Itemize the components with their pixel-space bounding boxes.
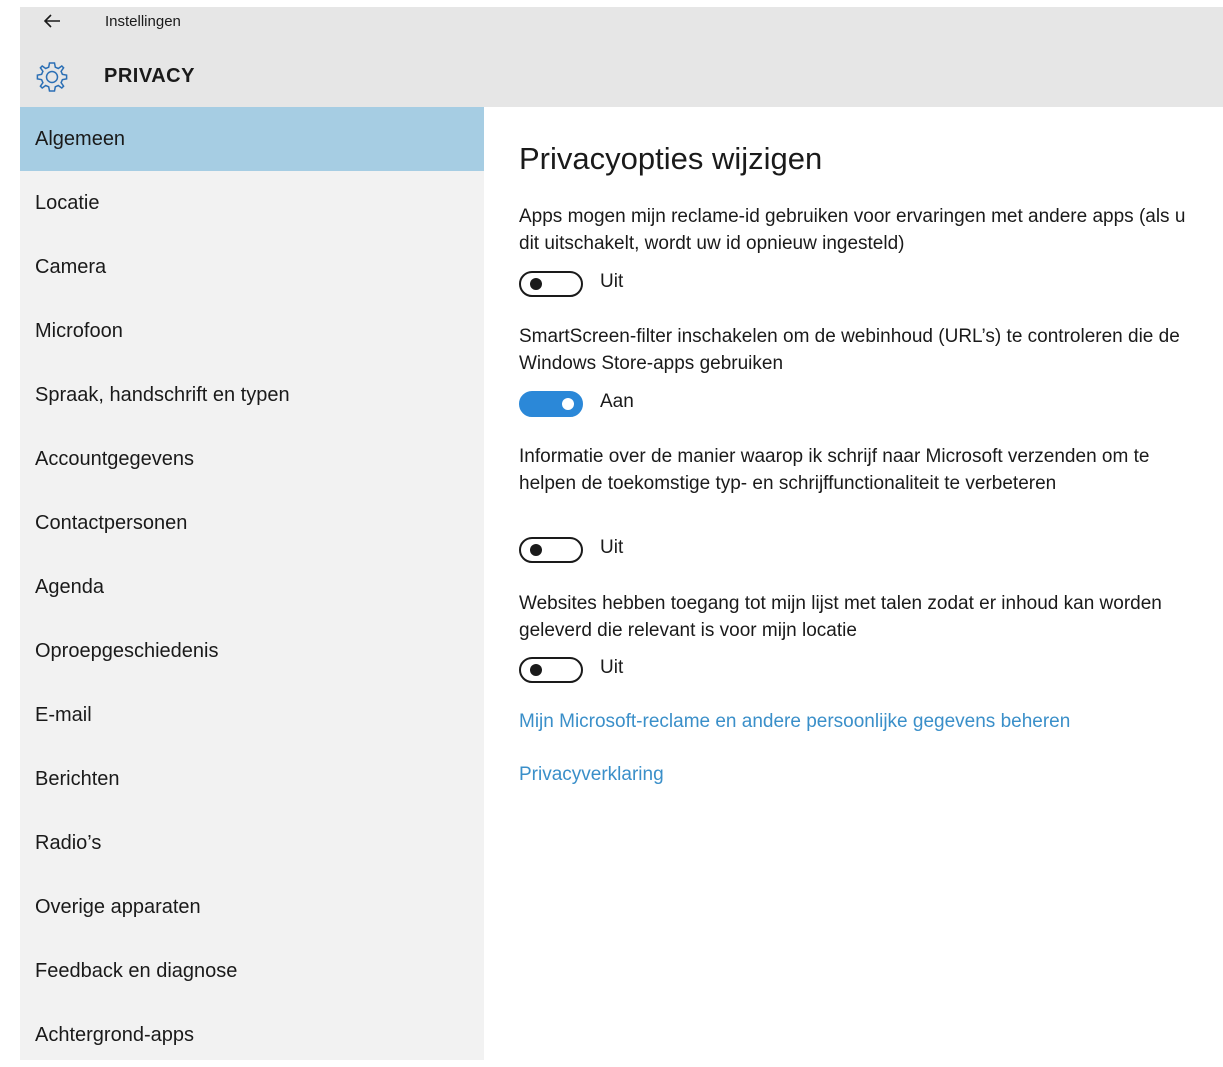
sidebar-item-e-mail[interactable]: E-mail <box>20 683 484 747</box>
main-content: Privacyopties wijzigen Apps mogen mijn r… <box>484 107 1223 1060</box>
sidebar-item-oproepgeschiedenis[interactable]: Oproepgeschiedenis <box>20 619 484 683</box>
title-bar: Instellingen PRIVACY <box>20 7 1223 107</box>
sidebar-item-label: Feedback en diagnose <box>35 960 238 982</box>
sidebar-item-label: Berichten <box>35 768 120 790</box>
sidebar-item-label: Spraak, handschrift en typen <box>35 384 290 406</box>
privacy-statement-link[interactable]: Privacyverklaring <box>519 764 664 786</box>
sidebar-item-achtergrond-apps[interactable]: Achtergrond-apps <box>20 1003 484 1067</box>
page-title: Privacyopties wijzigen <box>519 141 823 176</box>
advertising-id-toggle[interactable] <box>519 271 583 297</box>
option-description-advertising-id: Apps mogen mijn reclame-id gebruiken voo… <box>519 206 1186 254</box>
toggle-knob <box>530 544 542 556</box>
sidebar-item-label: Oproepgeschiedenis <box>35 640 219 662</box>
sidebar-item-microfoon[interactable]: Microfoon <box>20 299 484 363</box>
sidebar-item-locatie[interactable]: Locatie <box>20 171 484 235</box>
sidebar-item-accountgegevens[interactable]: Accountgegevens <box>20 427 484 491</box>
option-description-language-list: Websites hebben toegang tot mijn lijst m… <box>519 593 1162 641</box>
toggle-knob <box>530 278 542 290</box>
toggle-state-label: Uit <box>600 657 624 678</box>
sidebar-nav: Algemeen Locatie Camera Microfoon Spraak… <box>20 107 484 1060</box>
section-title: PRIVACY <box>104 65 195 87</box>
sidebar-item-label: Accountgegevens <box>35 448 195 470</box>
toggle-state-label: Uit <box>600 537 624 558</box>
sidebar-item-radios[interactable]: Radio’s <box>20 811 484 875</box>
back-arrow-icon <box>43 14 60 28</box>
toggle-state-label: Aan <box>600 391 634 412</box>
sidebar-item-label: Camera <box>35 256 107 278</box>
smartscreen-toggle[interactable] <box>519 391 583 417</box>
sidebar-item-spraak[interactable]: Spraak, handschrift en typen <box>20 363 484 427</box>
gear-icon <box>36 62 68 92</box>
sidebar-item-label: E-mail <box>35 704 92 726</box>
toggle-knob <box>530 664 542 676</box>
back-button[interactable] <box>40 9 64 33</box>
sidebar-item-feedback-en-diagnose[interactable]: Feedback en diagnose <box>20 939 484 1003</box>
toggle-state-label: Uit <box>600 271 624 292</box>
manage-ads-link[interactable]: Mijn Microsoft-reclame en andere persoon… <box>519 711 1070 733</box>
sidebar-item-overige-apparaten[interactable]: Overige apparaten <box>20 875 484 939</box>
sidebar-item-contactpersonen[interactable]: Contactpersonen <box>20 491 484 555</box>
sidebar-item-camera[interactable]: Camera <box>20 235 484 299</box>
sidebar-item-label: Microfoon <box>35 320 123 342</box>
sidebar-item-label: Radio’s <box>35 832 102 854</box>
sidebar-item-label: Overige apparaten <box>35 896 201 918</box>
typing-info-toggle[interactable] <box>519 537 583 563</box>
sidebar-item-berichten[interactable]: Berichten <box>20 747 484 811</box>
option-description-smartscreen: SmartScreen-filter inschakelen om de web… <box>519 326 1180 374</box>
toggle-knob <box>562 398 574 410</box>
settings-window: Instellingen PRIVACY Algemeen Locatie Ca… <box>20 7 1223 1060</box>
sidebar-item-label: Locatie <box>35 192 100 214</box>
sidebar-item-label: Algemeen <box>35 128 126 150</box>
sidebar-item-label: Agenda <box>35 576 104 598</box>
sidebar-item-agenda[interactable]: Agenda <box>20 555 484 619</box>
app-title: Instellingen <box>105 13 181 30</box>
sidebar-item-algemeen[interactable]: Algemeen <box>20 107 484 171</box>
option-description-typing-info: Informatie over de manier waarop ik schr… <box>519 446 1150 494</box>
language-list-toggle[interactable] <box>519 657 583 683</box>
sidebar-item-label: Contactpersonen <box>35 512 188 534</box>
sidebar-item-label: Achtergrond-apps <box>35 1024 194 1046</box>
